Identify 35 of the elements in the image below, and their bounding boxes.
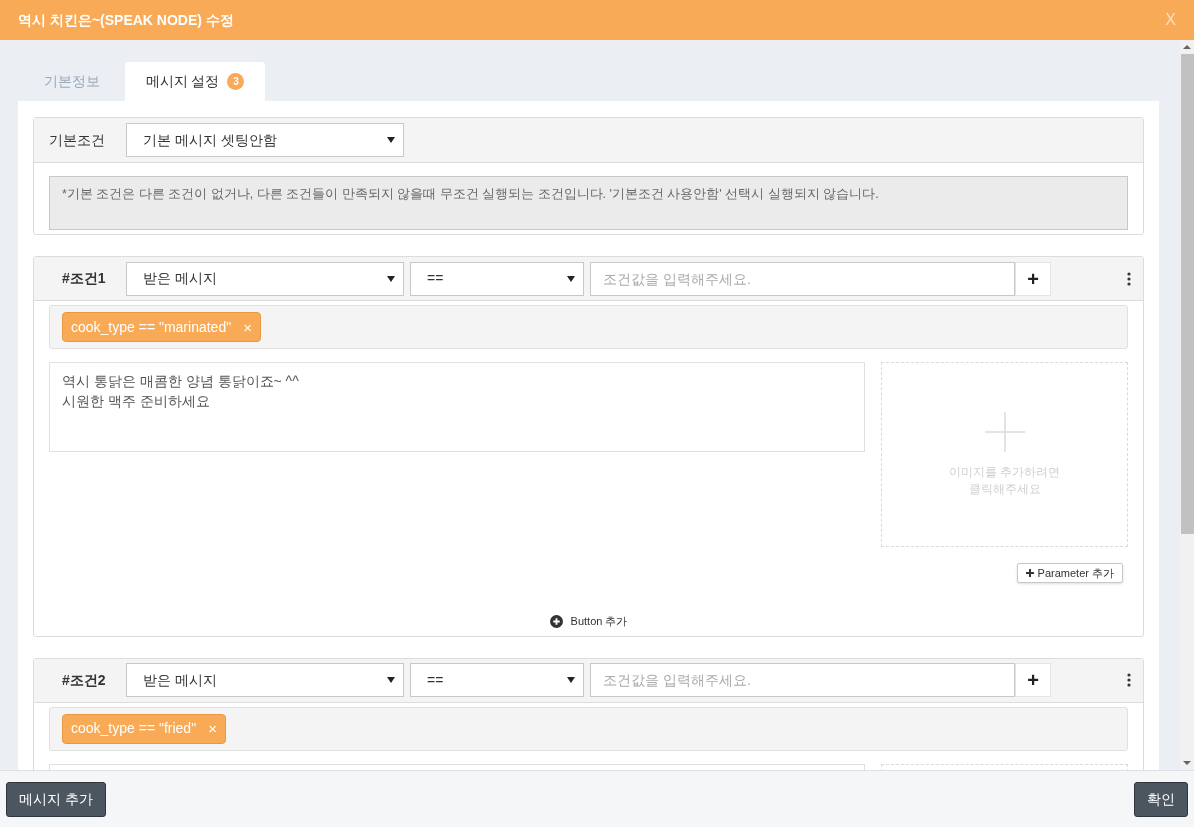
caret-icon [387, 275, 395, 282]
caret-icon [567, 275, 575, 282]
caret-icon [387, 137, 395, 143]
caret-icon [387, 677, 395, 683]
message-textarea[interactable]: 역시 통닭은 매콤한 양념 통닭이죠~ ^^ 시원한 맥주 준비하세요 [49, 362, 865, 452]
condition-value-field[interactable]: 조건값을 입력해주세요. [590, 663, 1015, 697]
tag-text: cook_type == "marinated" [71, 317, 232, 337]
button-add-link[interactable]: Button 추가 [549, 613, 628, 630]
count-badge: 3 [227, 73, 245, 90]
plus-icon [1025, 569, 1034, 577]
field-select[interactable]: 받은 메시지 [126, 663, 404, 697]
tag-text: cook_type == "fried" [71, 719, 197, 738]
field-select[interactable]: 받은 메시지 [126, 261, 404, 296]
condition-label: 기본조건 [48, 130, 106, 150]
operator-select[interactable]: == [410, 261, 584, 296]
parameter-add-button[interactable]: Parameter 추가 [1016, 563, 1123, 583]
tab[interactable]: 메시지 설정 3 [125, 62, 265, 101]
add-button[interactable]: + [1015, 663, 1051, 697]
plus-icon [984, 411, 1025, 452]
condition-label: #조건2 [61, 670, 107, 690]
caret-icon [567, 677, 575, 683]
confirm-button[interactable]: 확인 [1134, 781, 1188, 817]
condition-value-field[interactable]: 조건값을 입력해주세요. [590, 261, 1015, 296]
add-button[interactable]: + [1015, 261, 1051, 296]
window-title: 역시 치킨은~(SPEAK NODE) 수정 [18, 10, 234, 30]
default-message-select[interactable]: 기본 메시지 셋팅안함 [126, 123, 404, 157]
scrollbar[interactable] [1180, 40, 1194, 770]
condition-label: #조건1 [61, 269, 107, 288]
operator-select[interactable]: == [410, 663, 584, 697]
info-note: *기본 조건은 다른 조건이 없거나, 다른 조건들이 만족되지 않을때 무조건 실행되는 조건입니다. '기본조건 사용안함' 선택시 실행되지 않습니다. [49, 176, 1128, 230]
more-icon[interactable] [1127, 271, 1131, 286]
more-icon[interactable] [1127, 673, 1131, 687]
scrollbar-thumb[interactable] [1180, 54, 1194, 534]
add-message-button[interactable]: 메시지 추가 [6, 781, 106, 817]
plus-circle-icon [549, 614, 563, 628]
